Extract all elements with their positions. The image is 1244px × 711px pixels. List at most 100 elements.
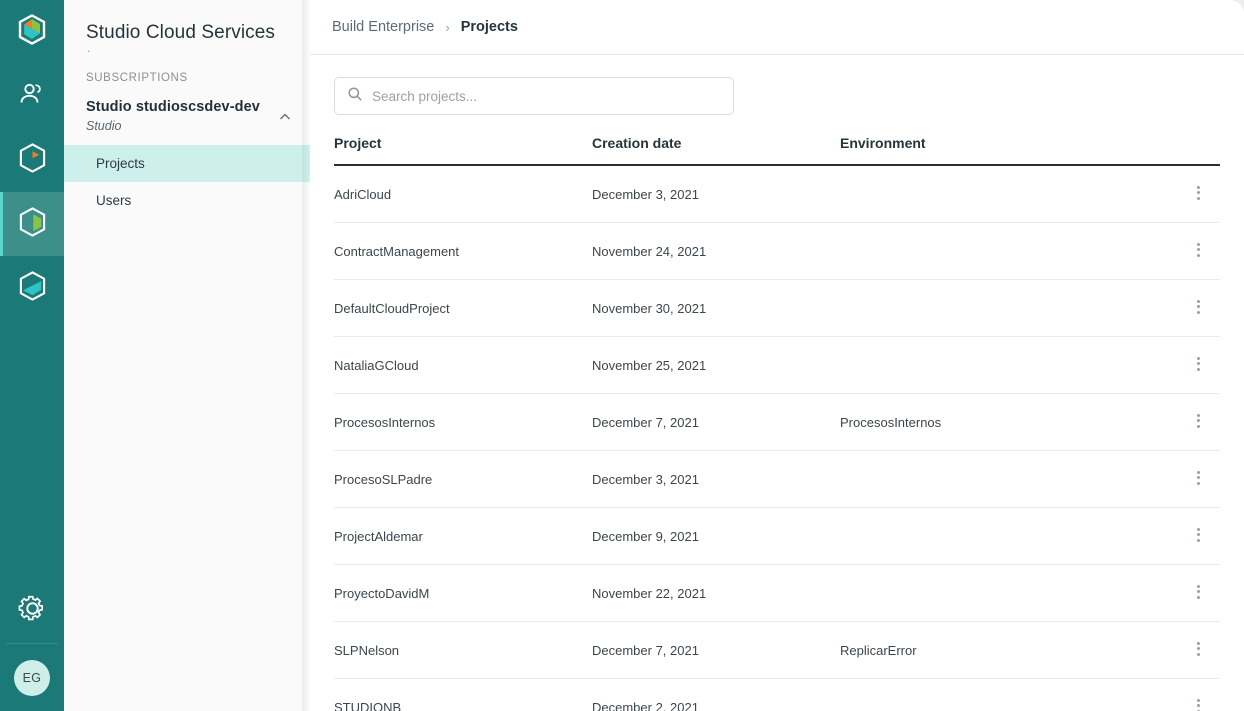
- dot: [1197, 704, 1200, 707]
- dot: [1197, 470, 1200, 474]
- table-header: Project Creation date Environment: [334, 129, 1220, 166]
- cell-environment: [840, 564, 1160, 622]
- dot: [1197, 253, 1200, 257]
- app-root: EG Studio Cloud Services . SUBSCRIPTIONS…: [0, 0, 1244, 711]
- table-row[interactable]: AdriCloud December 3, 2021: [334, 165, 1220, 223]
- table-row[interactable]: SLPNelson December 7, 2021 ReplicarError: [334, 621, 1220, 679]
- row-menu-button[interactable]: [1191, 295, 1206, 318]
- cell-environment: [840, 165, 1160, 223]
- cell-creation-date: December 7, 2021: [592, 393, 840, 451]
- sidebar-item-projects[interactable]: Projects: [64, 145, 310, 182]
- avatar[interactable]: EG: [14, 659, 50, 696]
- dot: [1197, 641, 1200, 645]
- table-row[interactable]: ContractManagement November 24, 2021: [334, 222, 1220, 280]
- icon-rail: EG: [0, 0, 64, 711]
- cell-project[interactable]: NataliaGCloud: [334, 336, 592, 394]
- row-menu-button[interactable]: [1191, 694, 1206, 711]
- cell-actions: [1160, 165, 1220, 223]
- dot: [1197, 305, 1200, 308]
- cell-project[interactable]: STUDIONB: [334, 678, 592, 711]
- table-row[interactable]: ProyectoDavidM November 22, 2021: [334, 564, 1220, 622]
- cell-environment: [840, 279, 1160, 337]
- column-header-actions: [1160, 129, 1220, 166]
- cell-actions: [1160, 279, 1220, 337]
- row-menu-button[interactable]: [1191, 181, 1206, 204]
- projects-table: Project Creation date Environment AdriCl…: [334, 129, 1220, 711]
- cell-project[interactable]: ContractManagement: [334, 222, 592, 280]
- settings-button[interactable]: [0, 579, 64, 643]
- cell-actions: [1160, 678, 1220, 711]
- breadcrumb-separator-icon: ›: [445, 19, 450, 35]
- dot: [1197, 527, 1200, 531]
- dot: [1197, 367, 1200, 371]
- row-menu-button[interactable]: [1191, 238, 1206, 261]
- dot: [1197, 533, 1200, 536]
- row-menu-button[interactable]: [1191, 523, 1206, 546]
- table-row[interactable]: NataliaGCloud November 25, 2021: [334, 336, 1220, 394]
- cell-environment: ProcesosInternos: [840, 393, 1160, 451]
- row-menu-button[interactable]: [1191, 637, 1206, 660]
- rail-spacer: [0, 320, 64, 579]
- dot: [1197, 538, 1200, 542]
- rail-item-packages[interactable]: [0, 128, 64, 192]
- cell-creation-date: December 9, 2021: [592, 507, 840, 565]
- sidebar-item-label: Users: [96, 193, 132, 208]
- dot: [1197, 647, 1200, 650]
- dot: [1197, 595, 1200, 599]
- breadcrumb-current: Projects: [460, 19, 518, 35]
- sidebar-item-users[interactable]: Users: [64, 182, 310, 219]
- sidebar-section-label: SUBSCRIPTIONS: [86, 72, 188, 84]
- cell-environment: [840, 222, 1160, 280]
- search-input[interactable]: [372, 88, 721, 104]
- rail-item-brand[interactable]: [0, 0, 64, 64]
- table-row[interactable]: ProjectAldemar December 9, 2021: [334, 507, 1220, 565]
- rail-item-users[interactable]: [0, 64, 64, 128]
- table-header-row: Project Creation date Environment: [334, 129, 1220, 166]
- dot: [1197, 248, 1200, 251]
- dot: [1197, 362, 1200, 365]
- row-menu-button[interactable]: [1191, 466, 1206, 489]
- main-content: Build Enterprise › Projects Project: [310, 0, 1244, 711]
- chevron-up-icon[interactable]: [278, 110, 292, 124]
- column-header-creation-date[interactable]: Creation date: [592, 129, 840, 166]
- dot: [1197, 590, 1200, 593]
- brand-hexagon-icon: [17, 13, 47, 51]
- cell-project[interactable]: ProjectAldemar: [334, 507, 592, 565]
- cell-creation-date: December 3, 2021: [592, 165, 840, 223]
- dot: [1197, 419, 1200, 422]
- breadcrumb-root[interactable]: Build Enterprise: [332, 19, 434, 35]
- column-header-environment[interactable]: Environment: [840, 129, 1160, 166]
- breadcrumb: Build Enterprise › Projects: [310, 0, 1244, 55]
- row-menu-button[interactable]: [1191, 580, 1206, 603]
- cell-project[interactable]: ProcesoSLPadre: [334, 450, 592, 508]
- dot: [1197, 413, 1200, 417]
- cell-environment: [840, 336, 1160, 394]
- dot: [1197, 191, 1200, 194]
- dot: [1197, 196, 1200, 200]
- column-header-project[interactable]: Project: [334, 129, 592, 166]
- table-row[interactable]: ProcesoSLPadre December 3, 2021: [334, 450, 1220, 508]
- rail-item-cloud-services[interactable]: [0, 192, 64, 256]
- table-row[interactable]: ProcesosInternos December 7, 2021 Procesos…: [334, 393, 1220, 451]
- cell-project[interactable]: ProyectoDavidM: [334, 564, 592, 622]
- rail-item-deployments[interactable]: [0, 256, 64, 320]
- row-menu-button[interactable]: [1191, 409, 1206, 432]
- cell-project[interactable]: SLPNelson: [334, 621, 592, 679]
- cell-actions: [1160, 621, 1220, 679]
- cell-project[interactable]: ProcesosInternos: [334, 393, 592, 451]
- cell-project[interactable]: DefaultCloudProject: [334, 279, 592, 337]
- cell-project[interactable]: AdriCloud: [334, 165, 592, 223]
- subscription-selector[interactable]: Studio studioscsdev-dev Studio: [64, 92, 310, 145]
- avatar-container: EG: [0, 644, 64, 711]
- cell-environment: ReplicarError: [840, 621, 1160, 679]
- search-box[interactable]: [334, 77, 734, 115]
- dot: [1197, 481, 1200, 485]
- cell-actions: [1160, 564, 1220, 622]
- dot: [1197, 698, 1200, 702]
- dot: [1197, 356, 1200, 360]
- projects-panel: Project Creation date Environment AdriCl…: [310, 55, 1244, 711]
- row-menu-button[interactable]: [1191, 352, 1206, 375]
- table-row[interactable]: DefaultCloudProject November 30, 2021: [334, 279, 1220, 337]
- subscription-type: Studio: [86, 119, 122, 133]
- table-row[interactable]: STUDIONB December 2, 2021: [334, 678, 1220, 711]
